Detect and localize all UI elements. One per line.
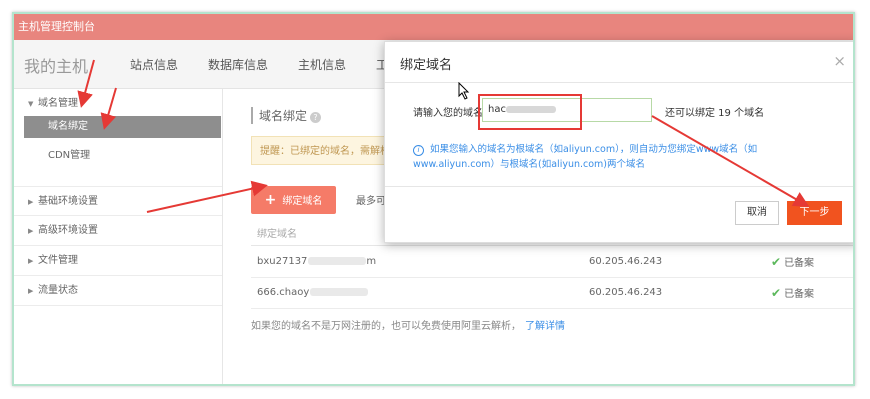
sidebar-group-label: 流量状态 — [38, 285, 78, 296]
domain-text: bxu27137 — [257, 256, 308, 267]
check-icon: ✔ — [771, 255, 782, 269]
cancel-button[interactable]: 取消 — [735, 201, 779, 225]
learn-more-link[interactable]: 了解详情 — [525, 321, 565, 332]
sidebar-item-domain-bind[interactable]: 域名绑定 — [24, 116, 221, 138]
redacted-blur — [310, 288, 369, 296]
sidebar-group-files[interactable]: ▶ 文件管理 — [14, 246, 222, 276]
sidebar-group-label: 高级环境设置 — [38, 225, 98, 236]
bind-domain-dialog: 绑定域名 × 请输入您的域名： hac 还可以绑定 19 个域名 i 如果您输入的… — [384, 41, 853, 243]
domain-text: 666.chaoy — [257, 287, 310, 298]
bind-domain-button[interactable]: + 绑定域名 — [251, 186, 336, 214]
nav-host-info[interactable]: 主机信息 — [298, 56, 346, 73]
table-row: 666.chaoy 60.205.46.243 ✔ 已备案 — [251, 278, 853, 310]
close-icon[interactable]: × — [833, 52, 846, 70]
brand-title[interactable]: 我的主机 — [24, 53, 88, 77]
status-cell: ✔ 已备案 — [771, 278, 814, 310]
question-icon[interactable]: ? — [310, 112, 322, 123]
next-button[interactable]: 下一步 — [787, 201, 842, 225]
footer-text: 如果您的域名不是万网注册的，也可以免费使用阿里云解析， — [251, 321, 521, 332]
divider — [385, 82, 853, 83]
sidebar-group-label: 文件管理 — [38, 255, 78, 266]
window-titlebar: 主机管理控制台 — [14, 14, 853, 40]
info-icon: i — [413, 145, 424, 156]
ip-cell: 60.205.46.243 — [589, 287, 663, 298]
caret-right-icon: ▶ — [28, 287, 34, 295]
bind-domain-label: 绑定域名 — [282, 196, 323, 207]
domain-suffix: m — [366, 256, 377, 267]
nav-site-info[interactable]: 站点信息 — [130, 56, 178, 73]
redacted-blur — [308, 257, 367, 265]
tip-line-2: www.aliyun.com）与根域名(如aliyun.com)两个域名 — [413, 159, 646, 170]
sidebar-group-label: 基础环境设置 — [38, 196, 98, 207]
sidebar-group-advanced-env[interactable]: ▶ 高级环境设置 — [14, 216, 222, 246]
sidebar-item-cdn[interactable]: CDN管理 — [14, 145, 222, 167]
tip-line-1: 如果您输入的域名为根域名（如aliyun.com），则自动为您绑定www域名（如 — [430, 144, 758, 155]
page-title-text: 域名绑定 — [259, 109, 308, 123]
page-title: 域名绑定? — [251, 107, 322, 124]
caret-right-icon: ▶ — [28, 227, 34, 235]
footer-note: 如果您的域名不是万网注册的，也可以免费使用阿里云解析， 了解详情 — [251, 317, 565, 332]
dialog-title: 绑定域名 — [400, 58, 453, 73]
divider — [385, 186, 853, 187]
check-icon: ✔ — [771, 286, 782, 300]
domain-cell: bxu27137 m — [257, 247, 376, 277]
annotation-highlight-box — [478, 94, 582, 130]
caret-down-icon: ▼ — [28, 100, 34, 108]
ip-cell: 60.205.46.243 — [589, 256, 663, 267]
sidebar-group-basic-env[interactable]: ▶ 基础环境设置 — [14, 186, 222, 216]
max-domains-text: 最多可 — [356, 196, 386, 207]
sidebar-group-domain[interactable]: ▼ 域名管理 — [14, 89, 222, 119]
status-cell: ✔ 已备案 — [771, 247, 814, 279]
sidebar-group-traffic[interactable]: ▶ 流量状态 — [14, 276, 222, 306]
table-row: bxu27137 m 60.205.46.243 ✔ 已备案 — [251, 247, 853, 279]
caret-right-icon: ▶ — [28, 198, 34, 206]
status-text: 已备案 — [784, 258, 815, 269]
window-title: 主机管理控制台 — [18, 20, 95, 33]
remaining-count-text: 还可以绑定 19 个域名 — [665, 108, 765, 119]
cursor-icon — [458, 82, 470, 100]
info-tip: i 如果您输入的域名为根域名（如aliyun.com），则自动为您绑定www域名（… — [413, 142, 833, 172]
app-window: 主机管理控制台 我的主机 站点信息 数据库信息 主机信息 工 ▼ 域名管理 域名绑… — [12, 12, 855, 386]
sidebar: ▼ 域名管理 域名绑定 CDN管理 ▶ 基础环境设置 ▶ 高级环境设置 ▶ 文件管理 ▶… — [14, 89, 223, 384]
sidebar-group-label: 域名管理 — [38, 98, 78, 109]
nav-database-info[interactable]: 数据库信息 — [208, 56, 268, 73]
caret-right-icon: ▶ — [28, 257, 34, 265]
status-text: 已备案 — [784, 289, 815, 300]
plus-icon: + — [264, 192, 277, 208]
domain-cell: 666.chaoy — [257, 278, 369, 308]
